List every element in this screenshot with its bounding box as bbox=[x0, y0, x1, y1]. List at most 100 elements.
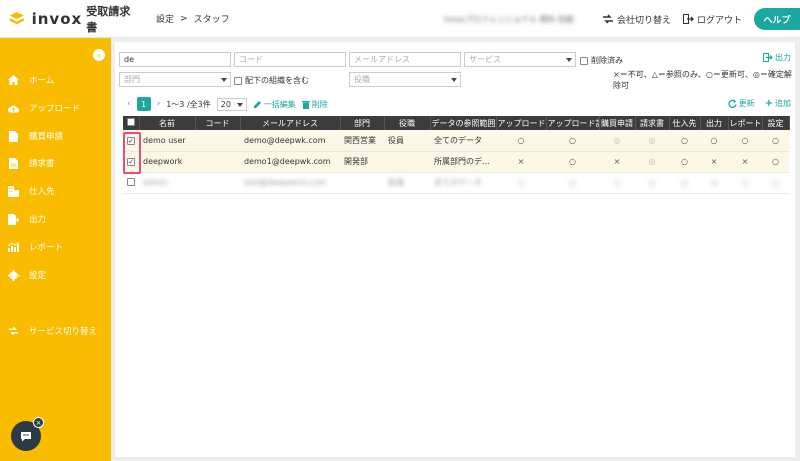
cell-perm-export: × bbox=[700, 151, 728, 173]
top-header: invox 受取請求書 設定 > スタッフ invoxプロフェッショナル 資料 … bbox=[0, 0, 800, 38]
deleted-checkbox-box[interactable] bbox=[580, 56, 588, 65]
email-filter-input[interactable]: メールアドレス bbox=[349, 52, 461, 67]
cell-name[interactable]: admin bbox=[139, 172, 195, 194]
row-checkbox-checked[interactable]: ✓ bbox=[127, 137, 135, 145]
column-header-scope[interactable]: データの参照範囲 bbox=[430, 116, 497, 130]
column-header-report[interactable]: レポート bbox=[728, 116, 763, 130]
column-header-supplier[interactable]: 仕入先 bbox=[669, 116, 701, 130]
cell-dept bbox=[340, 172, 384, 194]
export-button[interactable]: 出力 bbox=[763, 52, 791, 63]
company-name: invoxプロフェッショナル 資料 別紙 bbox=[443, 14, 574, 24]
staff-panel: de コード メールアドレス サービス 削除済み 出力 部門 配下の組織を含む … bbox=[115, 42, 795, 457]
column-header-upload[interactable]: アップロード bbox=[496, 116, 547, 130]
cell-perm-upload-settings: ○ bbox=[546, 130, 599, 152]
cell-perm-upload: × bbox=[496, 151, 546, 173]
row-checkbox-checked[interactable]: ✓ bbox=[127, 158, 135, 167]
sidebar-item-settings[interactable]: 設定 bbox=[0, 265, 111, 285]
cell-name[interactable]: demo user bbox=[139, 130, 195, 152]
cell-name[interactable]: deepwork bbox=[139, 151, 195, 173]
cell-perm-supplier: ○ bbox=[669, 151, 700, 173]
gear-icon bbox=[8, 269, 19, 281]
column-header-dept[interactable]: 部門 bbox=[340, 116, 385, 130]
column-header-email[interactable]: メールアドレス bbox=[240, 116, 341, 130]
row-select-cell[interactable]: ✓ bbox=[123, 130, 139, 152]
column-header-upload-settings[interactable]: アップロード設定 bbox=[546, 116, 600, 130]
refresh-label: 更新 bbox=[738, 99, 755, 108]
cell-perm-export: ○ bbox=[700, 172, 728, 194]
select-all-header[interactable] bbox=[123, 116, 140, 130]
sidebar-item-upload[interactable]: アップロード bbox=[0, 98, 111, 118]
delete-button[interactable]: 削除 bbox=[301, 99, 328, 110]
name-filter-input[interactable]: de bbox=[119, 52, 231, 67]
sidebar-item-report[interactable]: レポート bbox=[0, 237, 111, 257]
sidebar-item-label: 請求書 bbox=[29, 159, 55, 169]
column-header-export[interactable]: 出力 bbox=[700, 116, 729, 130]
row-select-cell[interactable]: ✓ bbox=[123, 151, 139, 173]
add-staff-button[interactable]: + 追加 bbox=[765, 98, 791, 109]
next-page-icon[interactable]: › bbox=[157, 99, 161, 109]
sidebar-item-purchase-request[interactable]: 購買申請 bbox=[0, 126, 111, 146]
chevron-down-icon bbox=[236, 102, 243, 107]
table-row[interactable]: admin test@deepwork.com 役員 全てのデータ ○ ○ ○ … bbox=[123, 172, 789, 194]
sidebar-item-invoice[interactable]: 請求書 bbox=[0, 153, 111, 173]
sidebar-item-home[interactable]: ホーム bbox=[0, 70, 111, 90]
role-select[interactable]: 役職 bbox=[349, 72, 461, 87]
close-icon[interactable]: × bbox=[33, 417, 44, 428]
sidebar-item-supplier[interactable]: 仕入先 bbox=[0, 181, 111, 201]
switch-company-button[interactable]: 会社切り替え bbox=[602, 13, 671, 26]
cloud-upload-icon bbox=[8, 103, 19, 114]
column-header-name[interactable]: 名前 bbox=[139, 116, 196, 130]
table-row[interactable]: ✓ deepwork demo1@deepwk.com 開発部 所属部門のデータ… bbox=[123, 151, 789, 173]
sidebar-item-label: 出力 bbox=[29, 215, 47, 225]
document-icon bbox=[8, 130, 19, 142]
collapse-sidebar-icon[interactable]: ‹ bbox=[93, 49, 105, 61]
cell-role: 役員 bbox=[384, 130, 430, 152]
staff-table: 名前 コード メールアドレス 部門 役職 データの参照範囲 アップロード アップ… bbox=[123, 116, 790, 194]
deleted-checkbox[interactable]: 削除済み bbox=[580, 55, 623, 66]
breadcrumb-staff: スタッフ bbox=[193, 15, 230, 25]
cell-perm-purchase-request: ◎ bbox=[599, 130, 635, 152]
plus-icon: + bbox=[764, 98, 773, 109]
sidebar-item-label: アップロード bbox=[29, 104, 81, 114]
cell-code bbox=[195, 130, 240, 152]
sidebar: ‹ ホーム アップロード 購買申請 請求書 仕入先 出力 レポート 設定 サービ… bbox=[0, 38, 111, 461]
include-sub-checkbox[interactable]: 配下の組織を含む bbox=[234, 75, 309, 86]
sidebar-item-service-switch[interactable]: サービス切り替え bbox=[0, 321, 111, 341]
sidebar-item-export[interactable]: 出力 bbox=[0, 209, 111, 229]
prev-page-icon[interactable]: ‹ bbox=[127, 99, 131, 109]
page-number-button[interactable]: 1 bbox=[136, 97, 151, 111]
cell-perm-settings: ○ bbox=[762, 130, 789, 152]
refresh-icon bbox=[728, 99, 737, 108]
logo[interactable]: invox 受取請求書 bbox=[0, 3, 140, 35]
cell-perm-settings: ○ bbox=[762, 172, 789, 194]
department-select[interactable]: 部門 bbox=[119, 72, 231, 87]
bulk-edit-button[interactable]: 一括編集 bbox=[253, 99, 296, 110]
column-header-invoice[interactable]: 請求書 bbox=[635, 116, 670, 130]
cell-perm-invoice: ◎ bbox=[635, 130, 669, 152]
row-checkbox[interactable] bbox=[127, 177, 135, 186]
column-header-settings[interactable]: 設定 bbox=[762, 116, 790, 130]
table-row[interactable]: ✓ demo user demo@deepwk.com 関西営業 役員 全てのデ… bbox=[123, 130, 789, 152]
per-page-select[interactable]: 20 bbox=[216, 97, 247, 111]
per-page-value: 20 bbox=[220, 99, 231, 109]
bulk-edit-label: 一括編集 bbox=[263, 99, 296, 109]
service-select[interactable]: サービス bbox=[464, 52, 576, 67]
breadcrumb-settings[interactable]: 設定 bbox=[156, 12, 174, 25]
select-all-checkbox[interactable] bbox=[126, 118, 135, 126]
code-filter-input[interactable]: コード bbox=[234, 52, 346, 67]
trash-icon bbox=[301, 100, 310, 109]
help-button[interactable]: ヘルプ bbox=[754, 8, 800, 30]
column-header-code[interactable]: コード bbox=[195, 116, 241, 130]
sidebar-item-label: 設定 bbox=[29, 271, 47, 281]
column-header-role[interactable]: 役職 bbox=[384, 116, 431, 130]
cell-perm-report: ○ bbox=[728, 172, 762, 194]
pagination: ‹ 1 › 1〜3 /全3件 20 一括編集 削除 bbox=[127, 96, 328, 112]
logo-subtitle: 受取請求書 bbox=[86, 4, 131, 34]
column-header-purchase-request[interactable]: 購買申請 bbox=[599, 116, 636, 130]
cell-perm-supplier: ○ bbox=[669, 172, 700, 194]
logout-button[interactable]: ログアウト bbox=[682, 13, 742, 26]
row-select-cell[interactable] bbox=[123, 172, 139, 194]
include-sub-checkbox-box[interactable] bbox=[234, 76, 242, 85]
role-select-label: 役職 bbox=[354, 75, 370, 84]
refresh-button[interactable]: 更新 bbox=[728, 98, 755, 109]
